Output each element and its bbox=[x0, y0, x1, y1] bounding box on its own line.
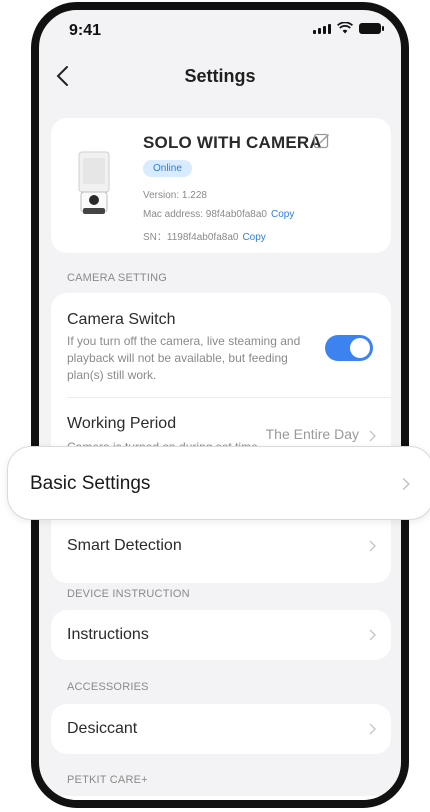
camera-settings-card: Camera Switch If you turn off the camera… bbox=[51, 293, 391, 583]
status-icons bbox=[313, 22, 384, 34]
working-period-value: The Entire Day bbox=[265, 426, 359, 442]
camera-switch-title: Camera Switch bbox=[67, 311, 176, 328]
device-version: Version: 1.228 bbox=[143, 190, 207, 201]
status-time: 9:41 bbox=[69, 22, 102, 39]
chevron-right-icon bbox=[369, 723, 376, 735]
serial-number: SN：1198f4ab0fa8a0 bbox=[143, 232, 239, 243]
section-petkit-care: PETKIT CARE+ bbox=[67, 774, 148, 786]
edit-icon[interactable] bbox=[313, 132, 331, 150]
basic-settings-row[interactable]: Basic Settings bbox=[7, 446, 430, 520]
page-title: Settings bbox=[184, 66, 256, 86]
device-mac-row: Mac address: 98f4ab0fa8a0 Copy bbox=[143, 209, 294, 220]
camera-switch-description: If you turn off the camera, live steamin… bbox=[67, 334, 301, 382]
device-card[interactable]: SOLO WITH CAMERA Online Version: 1.228 M… bbox=[51, 118, 391, 253]
section-accessories: ACCESSORIES bbox=[67, 681, 149, 693]
device-sn-row: SN：1198f4ab0fa8a0 Copy bbox=[143, 228, 266, 243]
working-period-title: Working Period bbox=[67, 415, 177, 432]
navbar: Settings bbox=[39, 50, 401, 102]
battery-icon bbox=[359, 23, 384, 34]
status-badge: Online bbox=[143, 160, 192, 177]
divider bbox=[67, 397, 391, 398]
device-name: SOLO WITH CAMERA bbox=[143, 133, 322, 152]
copy-sn-button[interactable]: Copy bbox=[242, 232, 265, 243]
desiccant-row[interactable]: Desiccant bbox=[51, 704, 391, 754]
chevron-right-icon bbox=[402, 477, 410, 491]
status-bar: 9:41 bbox=[39, 10, 401, 50]
mac-address: Mac address: 98f4ab0fa8a0 bbox=[143, 209, 267, 220]
signal-icon bbox=[313, 24, 331, 34]
basic-settings-label: Basic Settings bbox=[30, 473, 151, 494]
chevron-right-icon bbox=[369, 540, 376, 552]
section-camera-setting: CAMERA SETTING bbox=[67, 272, 167, 284]
section-device-instruction: DEVICE INSTRUCTION bbox=[67, 588, 190, 600]
petkit-care-card bbox=[51, 796, 391, 800]
instructions-row[interactable]: Instructions bbox=[51, 610, 391, 660]
wifi-icon bbox=[337, 22, 353, 34]
chevron-right-icon bbox=[369, 629, 376, 641]
desiccant-label: Desiccant bbox=[67, 720, 138, 737]
smart-detection-title: Smart Detection bbox=[67, 537, 182, 554]
toggle-knob bbox=[350, 338, 370, 358]
instructions-label: Instructions bbox=[67, 626, 149, 643]
chevron-right-icon bbox=[369, 430, 376, 442]
camera-switch-toggle[interactable] bbox=[325, 335, 373, 361]
copy-mac-button[interactable]: Copy bbox=[271, 209, 294, 220]
feeder-device-image bbox=[78, 151, 110, 214]
phone-frame: 9:41 Settings SOLO WITH CAMERA Online Ve… bbox=[31, 2, 409, 808]
